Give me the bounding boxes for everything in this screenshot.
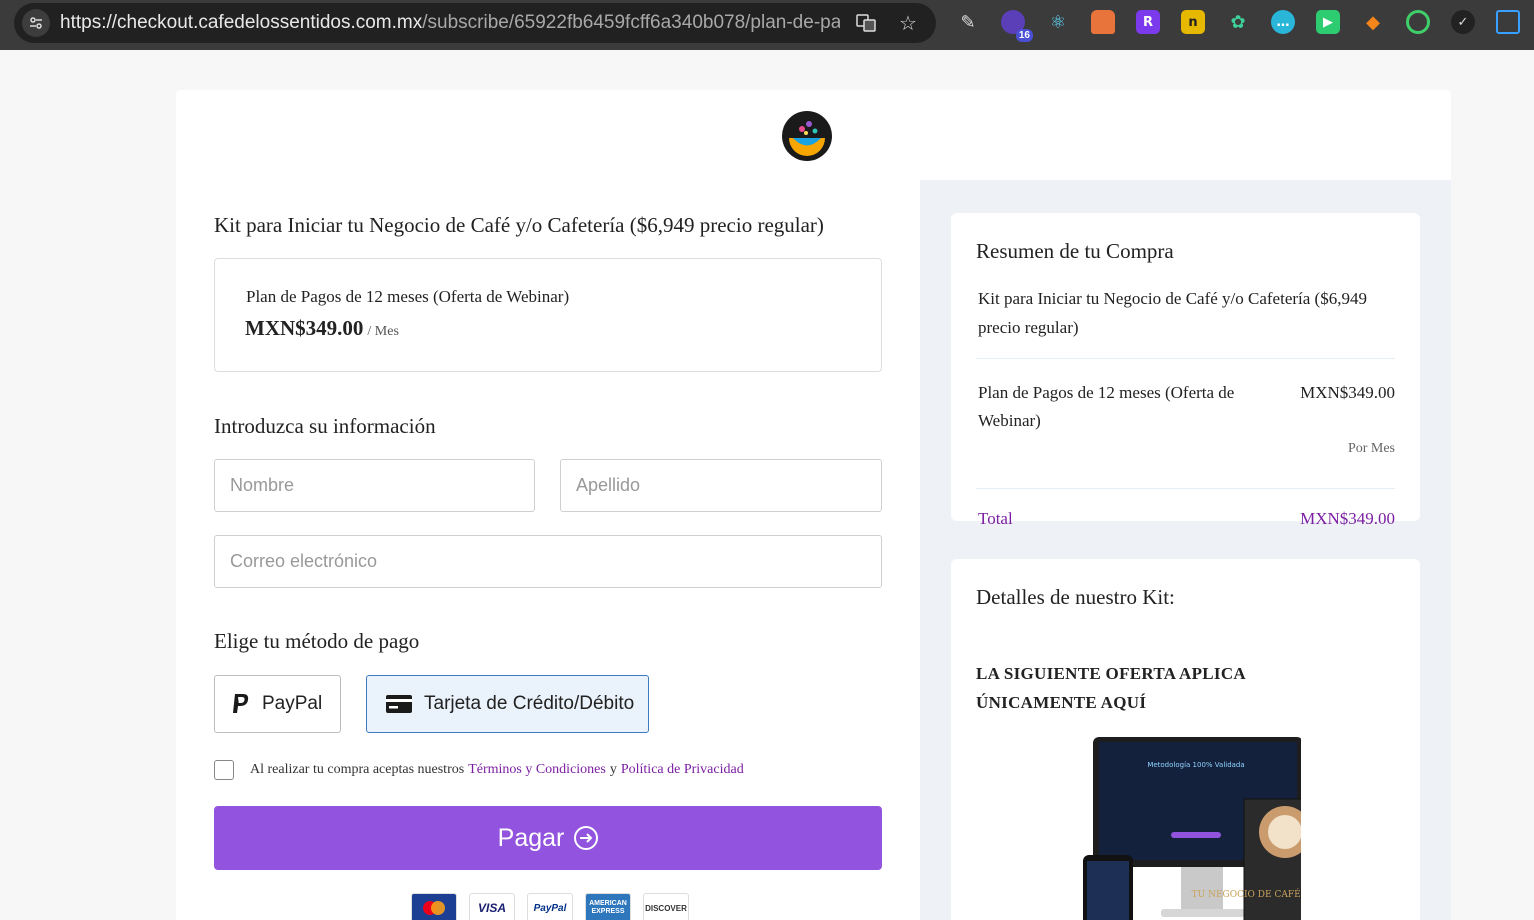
terms-checkbox[interactable] — [214, 760, 234, 780]
mockup-heading: Metodología 100% Validada — [1147, 761, 1244, 769]
extension-badge-icon[interactable]: 16 — [1001, 10, 1033, 42]
n-extension-icon[interactable]: n — [1181, 10, 1205, 34]
kit-details-card: Detalles de nuestro Kit: LA SIGUIENTE OF… — [951, 559, 1420, 920]
last-name-input[interactable] — [560, 459, 882, 512]
card-option-button[interactable]: Tarjeta de Crédito/Débito — [366, 675, 649, 733]
video-extension-icon[interactable]: ▶ — [1316, 10, 1340, 34]
brand-logo — [782, 111, 832, 161]
paypal-label: PayPal — [262, 693, 323, 714]
terms-row: Al realizar tu compra aceptas nuestros T… — [214, 760, 748, 780]
url-host: https://checkout.cafedelossentidos.com.m… — [60, 12, 423, 33]
card-label: Tarjeta de Crédito/Débito — [424, 693, 635, 714]
plan-card[interactable]: Plan de Pagos de 12 meses (Oferta de Web… — [214, 258, 882, 372]
react-devtools-icon[interactable]: ⚛ — [1046, 10, 1070, 34]
summary-divider — [976, 358, 1395, 359]
plan-price-value: MXN$349.00 — [245, 316, 364, 340]
summary-plan-period: Por Mes — [1347, 441, 1395, 456]
paypal-icon — [232, 693, 250, 715]
kit-mockup-image: Metodología 100% Validada TU NEGOCIO DE … — [1051, 737, 1379, 920]
extension-badge-count: 16 — [1015, 29, 1033, 42]
url-text[interactable]: https://checkout.cafedelossentidos.com.m… — [60, 12, 840, 34]
info-section-title: Introduzca su información — [214, 414, 436, 438]
summary-divider — [976, 488, 1395, 489]
eyedropper-icon[interactable]: ✎ — [956, 10, 980, 34]
r-extension-icon[interactable]: R — [1136, 10, 1160, 34]
total-label: Total — [978, 509, 1013, 528]
site-info-icon[interactable] — [22, 9, 50, 37]
bookmark-star-icon[interactable]: ☆ — [896, 11, 920, 35]
card-logos: VISA PayPal AMERICAN EXPRESS DISCOVER — [411, 893, 689, 920]
book-title: TU NEGOCIO DE CAFÉ Y/O CAFETERÍA — [1192, 888, 1301, 900]
paypal-option-button[interactable]: PayPal — [214, 675, 341, 733]
url-path: /subscribe/65922fb6459fcff6a340b078/plan… — [422, 12, 840, 33]
summary-plan: Plan de Pagos de 12 meses (Oferta de Web… — [978, 383, 1235, 430]
chat-extension-icon[interactable]: … — [1271, 10, 1295, 34]
privacy-link[interactable]: Política de Privacidad — [621, 762, 744, 778]
discover-logo-icon: DISCOVER — [643, 893, 689, 920]
summary-title: Resumen de tu Compra — [976, 239, 1174, 263]
terms-text: Al realizar tu compra aceptas nuestros — [250, 762, 465, 777]
payment-section-title: Elige tu método de pago — [214, 629, 420, 653]
plan-name: Plan de Pagos de 12 meses (Oferta de Web… — [246, 287, 570, 306]
summary-card: Resumen de tu Compra Kit para Iniciar tu… — [951, 213, 1420, 528]
browser-toolbar: https://checkout.cafedelossentidos.com.m… — [0, 0, 1534, 50]
pay-button-label: Pagar — [497, 823, 565, 852]
fox-extension-icon[interactable] — [1091, 10, 1115, 34]
amex-logo-icon: AMERICAN EXPRESS — [585, 893, 631, 920]
credit-card-icon — [386, 695, 412, 713]
summary-plan-price: MXN$349.00 — [1300, 383, 1395, 402]
screenshot-extension-icon[interactable] — [1496, 10, 1520, 34]
checkout-header — [176, 90, 1451, 180]
visa-logo-icon: VISA — [469, 893, 515, 920]
total-value: MXN$349.00 — [1300, 509, 1395, 528]
details-title: Detalles de nuestro Kit: — [976, 585, 1175, 609]
plan-period: / Mes — [367, 324, 399, 339]
paypal-logo-icon: PayPal — [527, 893, 573, 920]
ring-extension-icon[interactable] — [1406, 10, 1430, 34]
pen-extension-icon[interactable]: ✓ — [1451, 10, 1475, 34]
arrow-right-icon — [574, 826, 599, 850]
checkout-form-panel: Kit para Iniciar tu Negocio de Café y/o … — [176, 180, 920, 920]
translate-icon[interactable] — [854, 11, 878, 35]
chatgpt-icon[interactable]: ✿ — [1226, 10, 1250, 34]
order-summary-panel: Resumen de tu Compra Kit para Iniciar tu… — [920, 180, 1451, 920]
plan-price: MXN$349.00/ Mes — [245, 316, 399, 341]
metamask-icon[interactable]: ◆ — [1361, 10, 1385, 34]
product-title: Kit para Iniciar tu Negocio de Café y/o … — [214, 213, 824, 237]
terms-and-text: y — [609, 762, 617, 777]
summary-product: Kit para Iniciar tu Negocio de Café y/o … — [978, 289, 1367, 337]
address-bar[interactable]: https://checkout.cafedelossentidos.com.m… — [14, 3, 936, 43]
offer-notice: LA SIGUIENTE OFERTA APLICA ÚNICAMENTE AQ… — [976, 664, 1246, 712]
email-input[interactable] — [214, 535, 882, 588]
terms-link[interactable]: Términos y Condiciones — [468, 762, 606, 778]
pay-button[interactable]: Pagar — [214, 806, 882, 870]
first-name-input[interactable] — [214, 459, 535, 512]
mastercard-logo-icon — [411, 893, 457, 920]
